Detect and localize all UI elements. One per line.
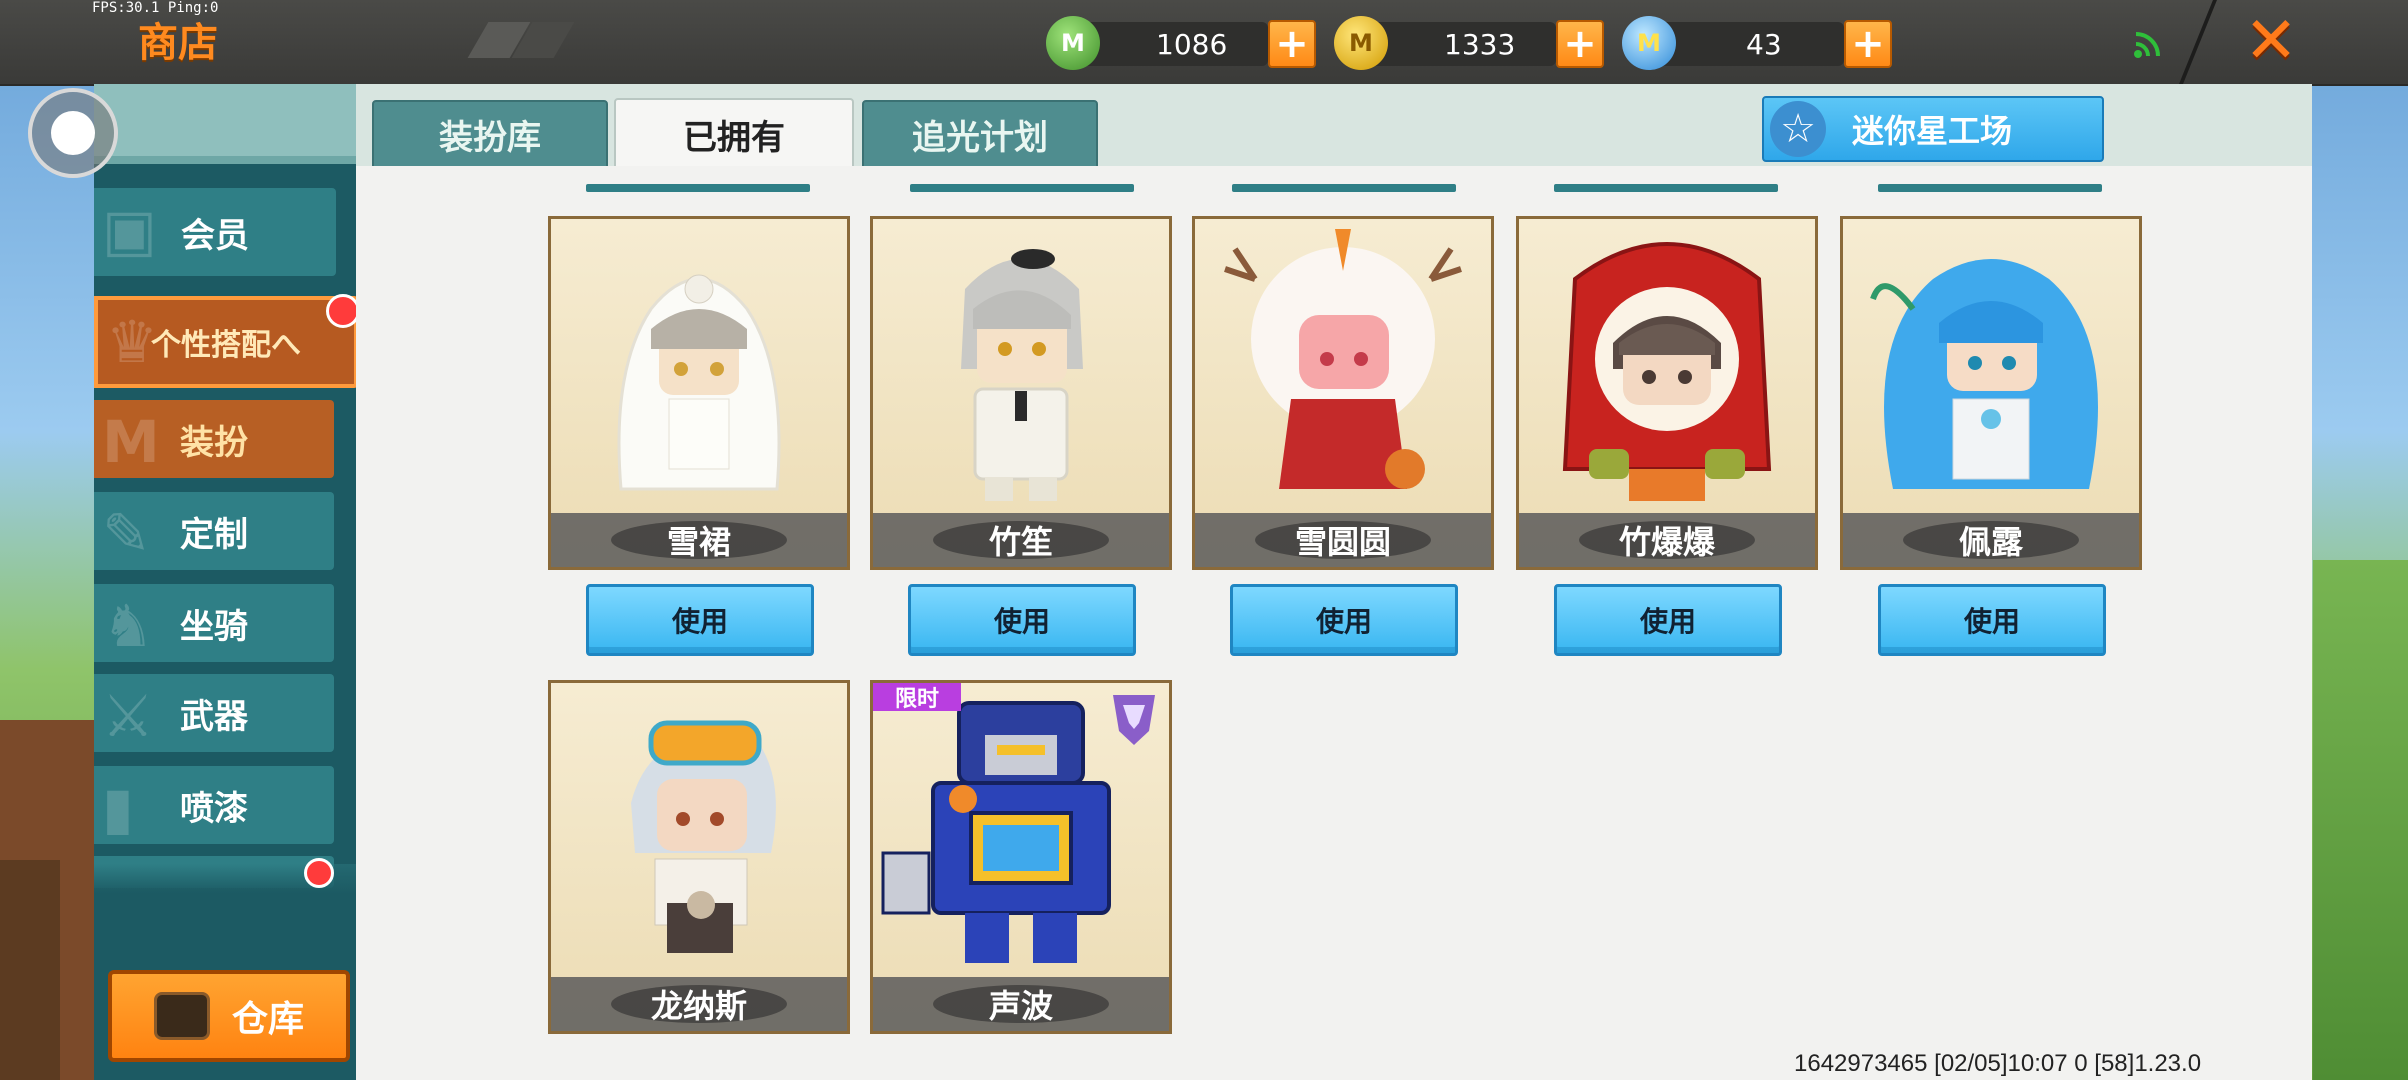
vip-icon: ▣ <box>102 196 157 264</box>
mount-icon: ♞ <box>102 592 154 660</box>
skin-portrait <box>961 249 1083 501</box>
skin-name-bar: 龙纳斯 <box>551 977 847 1031</box>
skin-card[interactable]: 竹笙 <box>870 216 1172 570</box>
skin-name-bar: 声波 <box>873 977 1169 1031</box>
skin-card[interactable]: 龙纳斯 <box>548 680 850 1034</box>
skin-portrait <box>1562 242 1772 501</box>
floating-menu-button[interactable] <box>28 88 118 178</box>
scrolled-button-edge <box>1232 184 1456 192</box>
warehouse-button[interactable]: 仓库 <box>108 970 350 1062</box>
skin-name-bar: 雪裙 <box>551 513 847 567</box>
sidebar-item-vip[interactable]: ▣ 会员 <box>94 188 336 276</box>
decepticon-logo-icon <box>1113 695 1155 745</box>
sidebar-item-weapon[interactable]: ⚔ 武器 <box>94 674 334 752</box>
sidebar-item-label: 武器 <box>180 696 248 737</box>
chest-icon <box>153 992 210 1040</box>
divider <box>94 156 356 164</box>
skin-portrait <box>1224 229 1462 489</box>
tab-owned[interactable]: 已拥有 <box>614 98 854 170</box>
spray-can-icon: ▮ <box>102 774 134 842</box>
sidebar-item-label: 个性搭配へ <box>151 328 301 363</box>
scrolled-button-edge <box>586 184 810 192</box>
skin-name: 龙纳斯 <box>650 987 747 1025</box>
notification-badge <box>304 858 334 888</box>
currency-value: 43 <box>1746 28 1782 61</box>
skin-name: 雪裙 <box>666 523 731 561</box>
skin-name: 佩露 <box>1958 523 2023 561</box>
version-info: 1642973465 [02/05]10:07 0 [58]1.23.0 <box>1794 1050 2202 1077</box>
scrolled-button-edge <box>1554 184 1778 192</box>
skin-card[interactable]: 雪圆圆 <box>1192 216 1494 570</box>
background-scenery <box>0 860 60 1080</box>
use-button[interactable]: 使用 <box>1230 584 1458 656</box>
sidebar-item-mount[interactable]: ♞ 坐骑 <box>94 584 334 662</box>
sidebar-item-spray[interactable]: ▮ 喷漆 <box>94 766 334 844</box>
skin-name: 竹笙 <box>988 523 1053 561</box>
currency-value: 1333 <box>1444 28 1516 61</box>
sidebar-item-label: 坐骑 <box>180 606 248 647</box>
trophy-icon: ♛ <box>106 308 158 376</box>
skin-name: 雪圆圆 <box>1294 523 1391 561</box>
sidebar-item-label: 定制 <box>180 514 248 555</box>
sidebar-item-label: 喷漆 <box>180 788 248 829</box>
skin-card[interactable]: 雪裙 <box>548 216 850 570</box>
sidebar-item-label: 装扮 <box>180 422 248 463</box>
tab-outfit-library[interactable]: 装扮库 <box>372 100 608 168</box>
background-scenery <box>2313 560 2408 1080</box>
gold-minicoin-icon: M <box>1334 16 1388 70</box>
skin-name: 竹爆爆 <box>1618 523 1715 561</box>
sidebar-item-customize[interactable]: ✎ 定制 <box>94 492 334 570</box>
sidebar-item-label: 会员 <box>181 215 249 256</box>
gun-icon: ⚔ <box>102 682 154 750</box>
shirt-icon: M <box>102 408 160 476</box>
skin-name: 声波 <box>988 987 1053 1025</box>
use-button[interactable]: 使用 <box>1554 584 1782 656</box>
page-title: 商店 <box>138 20 218 66</box>
scrolled-button-edge <box>1878 184 2102 192</box>
green-minicoin-icon: M <box>1046 16 1100 70</box>
use-button[interactable]: 使用 <box>908 584 1136 656</box>
skin-name-bar: 竹爆爆 <box>1519 513 1815 567</box>
limited-time-tag: 限时 <box>873 683 961 712</box>
skin-name-bar: 竹笙 <box>873 513 1169 567</box>
add-currency-button[interactable]: + <box>1556 20 1604 68</box>
skin-card[interactable]: 佩露 <box>1840 216 2142 570</box>
signal-icon <box>2134 32 2160 58</box>
currency-value: 1086 <box>1156 28 1228 61</box>
blue-star-coin-icon: M <box>1622 16 1676 70</box>
pencil-icon: ✎ <box>102 500 151 568</box>
notification-badge <box>326 294 360 328</box>
skin-portrait <box>631 720 776 953</box>
skin-card[interactable]: 限时 声波 <box>870 680 1172 1034</box>
sidebar-header <box>94 84 356 162</box>
sidebar-group-outfit[interactable]: ♛ 个性搭配へ <box>94 296 358 388</box>
add-currency-button[interactable]: + <box>1844 20 1892 68</box>
sidebar-item-costume[interactable]: M 装扮 <box>94 400 334 478</box>
studio-label: 迷你星工场 <box>1852 112 2013 150</box>
star-icon: ☆ <box>1770 101 1826 157</box>
skin-card[interactable]: 竹爆爆 <box>1516 216 1818 570</box>
use-button[interactable]: 使用 <box>1878 584 2106 656</box>
warehouse-label: 仓库 <box>231 999 304 1040</box>
tab-light-chase-plan[interactable]: 追光计划 <box>862 100 1098 168</box>
close-icon[interactable]: ✕ <box>2240 4 2302 78</box>
scrolled-button-edge <box>910 184 1134 192</box>
skin-name-bar: 佩露 <box>1843 513 2139 567</box>
skin-name-bar: 雪圆圆 <box>1195 513 1491 567</box>
skin-portrait <box>1870 259 2098 489</box>
use-button[interactable]: 使用 <box>586 584 814 656</box>
add-currency-button[interactable]: + <box>1268 20 1316 68</box>
mini-star-workshop-button[interactable]: ☆ 迷你星工场 <box>1762 96 2104 162</box>
skin-portrait <box>617 274 781 491</box>
